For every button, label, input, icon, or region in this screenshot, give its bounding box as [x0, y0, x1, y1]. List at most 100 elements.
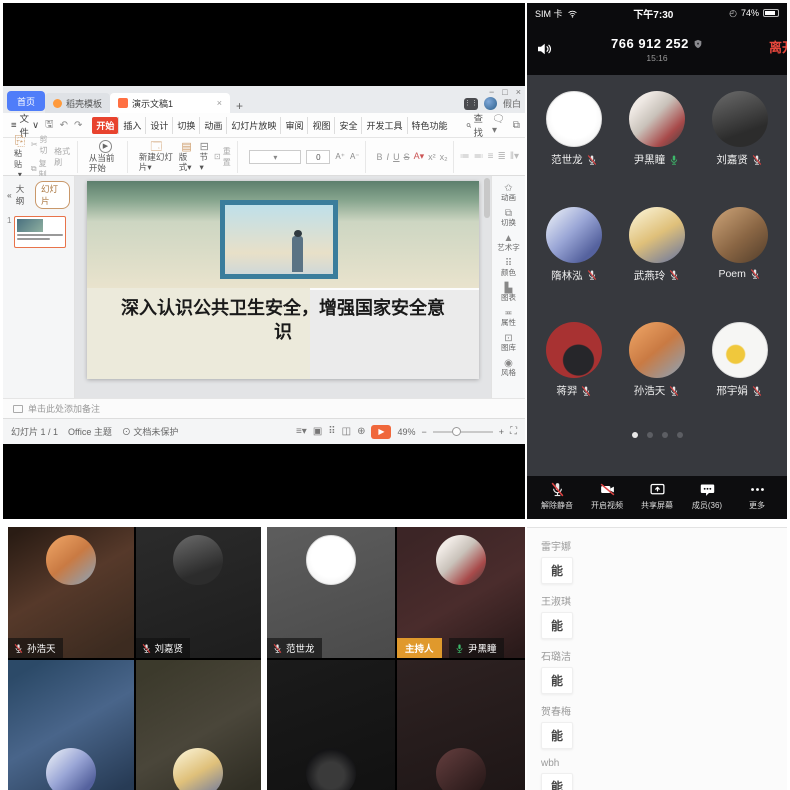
zoom-percent[interactable]: 49% [397, 427, 415, 437]
tab-close-icon[interactable]: × [217, 98, 222, 108]
format-painter-button[interactable]: 格式刷 [54, 146, 72, 168]
chat-bubble[interactable]: 能 [541, 667, 573, 694]
sidebar-wordart[interactable]: ▲艺术字 [497, 234, 520, 252]
section-button[interactable]: ⊟节▾ [200, 142, 210, 172]
save-icon[interactable]: 🖫 [45, 117, 54, 134]
protection-status[interactable]: ⊙ 文档未保护 [122, 425, 179, 438]
participant-fanshilong[interactable]: 范世龙 [533, 91, 616, 197]
message-icon[interactable]: 🗨▾ [492, 114, 505, 136]
zoom-slider[interactable] [433, 431, 493, 433]
ribbon-tab-transition[interactable]: 切换 [172, 117, 199, 134]
ribbon-tab-view[interactable]: 视图 [307, 117, 334, 134]
ribbon-tab-review[interactable]: 审阅 [280, 117, 307, 134]
font-color-button[interactable]: A▾ [414, 151, 425, 162]
zoom-in-icon[interactable]: + [499, 427, 504, 437]
app-grid-icon[interactable]: ⋮⋮ [464, 98, 478, 110]
chat-bubble[interactable]: 能 [541, 557, 573, 584]
superscript-button[interactable]: x² [428, 152, 436, 162]
participant-sunhaotian[interactable]: 孙浩天 [616, 322, 699, 428]
participant-suilinhong[interactable]: 隋林泓 [533, 207, 616, 313]
members-button[interactable]: 成员(36) [683, 481, 731, 511]
font-family-select[interactable]: ▾ [249, 150, 301, 164]
sidebar-color[interactable]: ⠿颜色 [501, 259, 516, 277]
increase-font-icon[interactable]: A⁺ [335, 152, 345, 161]
reset-button[interactable]: ⊡ 重置 [214, 146, 232, 168]
share-screen-button[interactable]: 共享屏幕 [633, 481, 681, 511]
video-tile-unlabeled[interactable] [397, 660, 525, 790]
video-tile-fanshilong[interactable]: 范世龙 [267, 527, 395, 658]
numbered-list-icon[interactable]: ≕ [474, 151, 484, 162]
decrease-font-icon[interactable]: A⁻ [350, 152, 360, 161]
slide[interactable]: 深入认识公共卫生安全，增强国家安全意识 [87, 181, 479, 379]
bold-button[interactable]: B [377, 152, 383, 162]
slide-thumbnail[interactable] [14, 216, 66, 248]
sidebar-chart[interactable]: ▙图表 [501, 284, 516, 302]
slide-canvas[interactable]: 深入认识公共卫生安全，增强国家安全意识 [75, 176, 491, 398]
ribbon-tab-slideshow[interactable]: 幻灯片放映 [226, 117, 280, 134]
layout-button[interactable]: ▤版式▾ [179, 142, 195, 172]
ribbon-tab-design[interactable]: 设计 [145, 117, 172, 134]
maximize-icon[interactable]: □ [502, 87, 507, 97]
chat-bubble[interactable]: 能 [541, 722, 573, 749]
ribbon-tab-devtools[interactable]: 开发工具 [361, 117, 406, 134]
play-from-current-button[interactable]: ▶从当前开始 [89, 140, 122, 173]
font-size-input[interactable]: 0 [306, 150, 330, 164]
ribbon-tab-insert[interactable]: 插入 [118, 117, 145, 134]
video-tile-wuyanling[interactable] [136, 660, 262, 790]
redo-icon[interactable]: ↷ [74, 120, 82, 131]
slideshow-play-button[interactable]: ▶ [371, 425, 391, 439]
sidebar-transition[interactable]: ⧉切换 [501, 209, 516, 227]
pagination-dots[interactable] [527, 428, 787, 476]
sidebar-animation[interactable]: ✩动画 [501, 184, 516, 202]
video-tile-sunhaotian[interactable]: 孙浩天 [8, 527, 134, 658]
slides-tab[interactable]: 幻灯片 [35, 181, 70, 209]
sidebar-style[interactable]: ◉风格 [501, 359, 516, 377]
normal-view-icon[interactable]: ▣ [313, 426, 322, 437]
new-tab-button[interactable]: + [236, 99, 243, 113]
align-left-icon[interactable]: ≡ [488, 151, 494, 162]
fullscreen-icon[interactable]: ⛶ [510, 426, 517, 437]
paste-button[interactable]: ⎘粘贴▾ [14, 134, 26, 179]
italic-button[interactable]: I [387, 152, 390, 162]
outline-tab[interactable]: 大纲 [16, 183, 31, 207]
sidebar-properties[interactable]: ≖属性 [501, 309, 516, 327]
subscript-button[interactable]: x₂ [440, 152, 448, 162]
participant-jiangyi[interactable]: 蒋羿 [533, 322, 616, 428]
minimize-icon[interactable]: − [489, 87, 494, 97]
participant-yinheitong[interactable]: 尹黑瞳 [616, 91, 699, 197]
share-icon[interactable]: ⧉ [513, 120, 520, 131]
participant-poem[interactable]: Poem [698, 207, 781, 313]
sidebar-gallery[interactable]: ⊡图库 [501, 334, 516, 352]
slide-title-text[interactable]: 深入认识公共卫生安全，增强国家安全意识 [87, 296, 479, 345]
zoom-slider-knob[interactable] [452, 427, 461, 436]
video-tile-yinheitong[interactable]: 主持人 尹黑瞳 [397, 527, 525, 658]
tab-docer-templates[interactable]: 稻壳模板 [45, 93, 110, 113]
zoom-out-icon[interactable]: − [421, 427, 426, 437]
notes-toggle-icon[interactable]: ≡▾ [296, 426, 307, 437]
tab-presentation-document[interactable]: 演示文稿1 × [110, 93, 230, 113]
notes-bar[interactable]: 单击此处添加备注 [3, 398, 525, 418]
tab-home[interactable]: 首页 [7, 91, 45, 111]
strikethrough-button[interactable]: S [404, 152, 410, 162]
columns-icon[interactable]: ‖▾ [510, 151, 519, 162]
cut-button[interactable]: ✂ 剪切 [31, 134, 49, 156]
grid-view-icon[interactable]: ⠿ [328, 426, 335, 437]
close-icon[interactable]: × [516, 87, 521, 97]
chat-bubble[interactable]: 能 [541, 612, 573, 639]
leave-meeting-button[interactable]: 离开 [769, 37, 787, 56]
canvas-scrollbar[interactable] [484, 178, 490, 218]
participant-wuyanling[interactable]: 武燕玲 [616, 207, 699, 313]
chat-bubble[interactable]: 能 [541, 773, 573, 790]
search-button[interactable]: 查找 [466, 111, 487, 139]
ribbon-tab-animation[interactable]: 动画 [199, 117, 226, 134]
align-center-icon[interactable]: ≣ [497, 151, 505, 162]
participant-xingyujuan[interactable]: 邢宇娟 [698, 322, 781, 428]
comment-view-icon[interactable]: ⊕ [357, 426, 365, 437]
participant-liujiaxian[interactable]: 刘嘉贤 [698, 91, 781, 197]
ribbon-tab-start[interactable]: 开始 [92, 117, 118, 134]
reading-view-icon[interactable]: ◫ [342, 426, 351, 437]
slide-picture[interactable] [87, 181, 479, 288]
theme-name[interactable]: Office 主题 [68, 425, 112, 438]
ribbon-tab-security[interactable]: 安全 [334, 117, 361, 134]
ribbon-tab-features[interactable]: 特色功能 [407, 117, 452, 134]
